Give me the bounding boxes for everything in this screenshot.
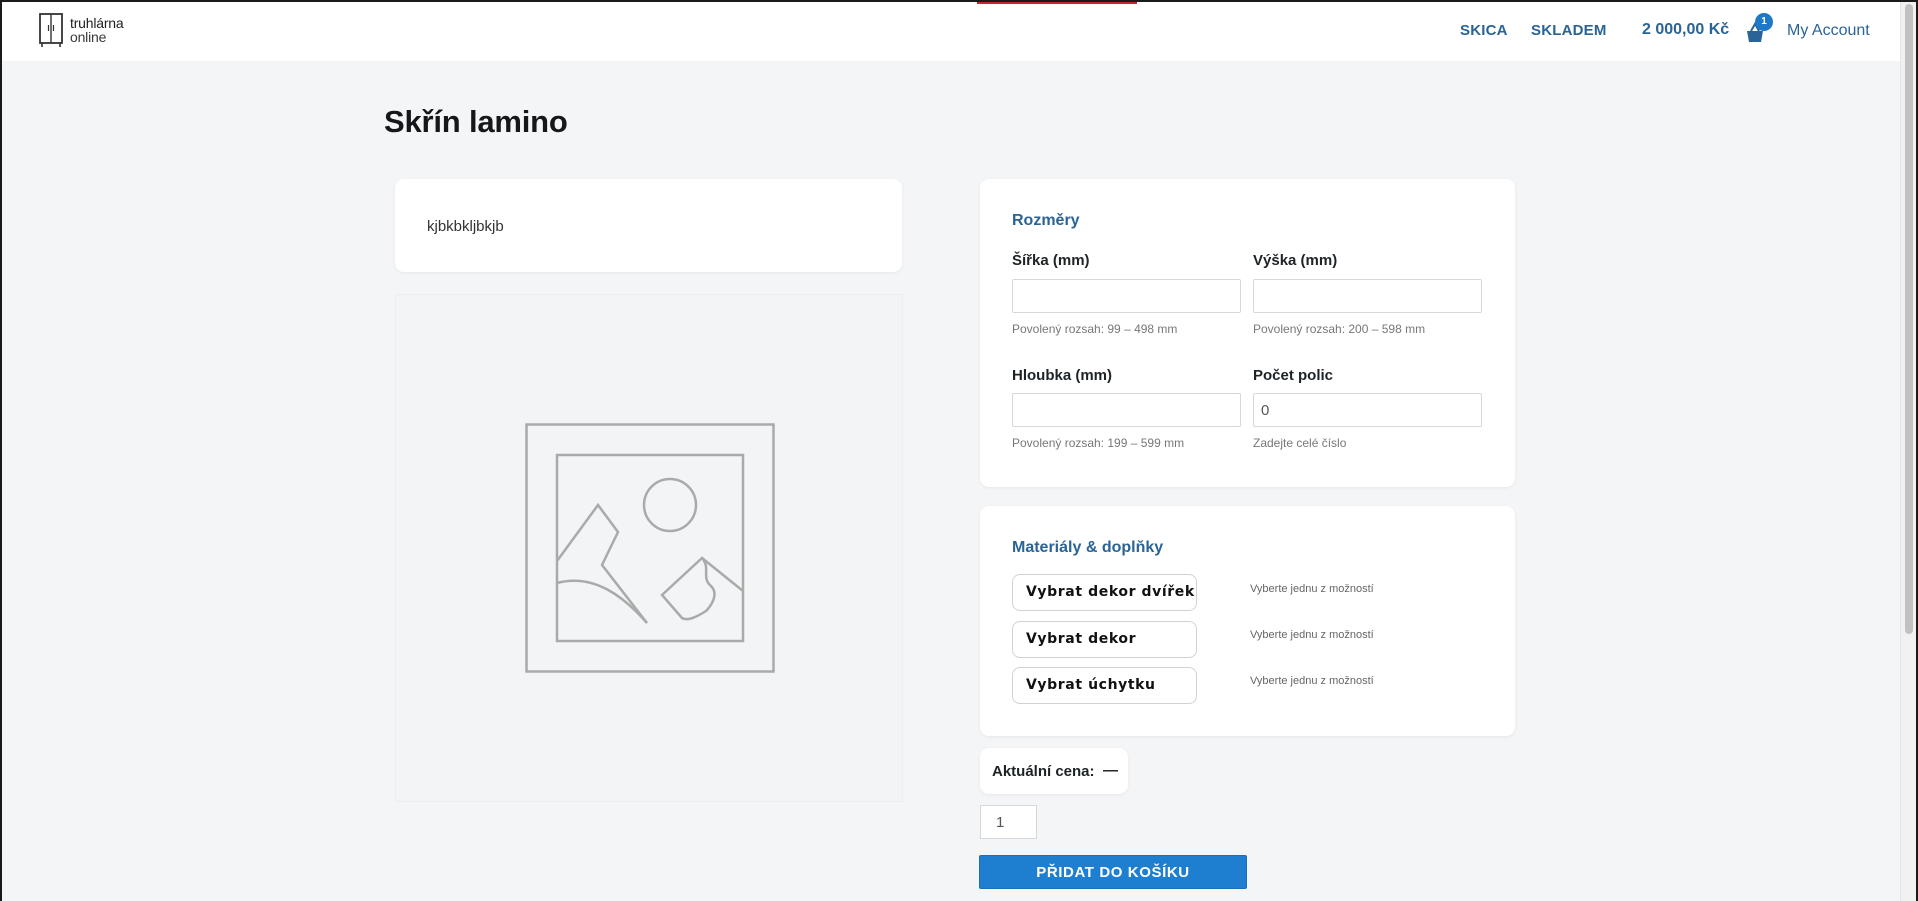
nav-skladem[interactable]: SKLADEM bbox=[1531, 22, 1607, 39]
header-accent-bar bbox=[977, 2, 1137, 4]
my-account-link[interactable]: My Account bbox=[1787, 22, 1870, 40]
current-price-label: Aktuální cena: bbox=[992, 763, 1095, 780]
body-decor-hint: Vyberte jednu z možností bbox=[1250, 629, 1374, 641]
select-body-decor-button[interactable]: Vybrat dekor korpusu bbox=[1012, 621, 1197, 682]
dimensions-card: Rozměry Šířka (mm) Povolený rozsah: 99 –… bbox=[980, 179, 1515, 487]
select-handle-button[interactable]: Vybrat úchytku bbox=[1012, 667, 1197, 704]
height-hint: Povolený rozsah: 200 – 598 mm bbox=[1253, 322, 1426, 336]
logo-line-1: truhlárna bbox=[70, 15, 124, 31]
cart-total[interactable]: 2 000,00 Kč bbox=[1642, 21, 1729, 39]
materials-title: Materiály & doplňky bbox=[1012, 539, 1164, 556]
quantity-input[interactable] bbox=[980, 805, 1037, 839]
logo-text: truhlárna online bbox=[70, 15, 124, 45]
select-door-decor-button[interactable]: Vybrat dekor dvířek bbox=[1012, 574, 1197, 611]
depth-input[interactable] bbox=[1012, 393, 1241, 427]
cart-count-badge: 1 bbox=[1755, 13, 1773, 31]
browser-viewport: truhlárna online SKICA SKLADEM 2 000,00 … bbox=[0, 0, 1918, 901]
shelves-hint: Zadejte celé číslo bbox=[1253, 436, 1347, 450]
shelves-input[interactable] bbox=[1253, 393, 1482, 427]
width-hint: Povolený rozsah: 99 – 498 mm bbox=[1012, 322, 1178, 336]
scrollbar-thumb[interactable] bbox=[1905, 4, 1913, 634]
materials-card: Materiály & doplňky Vybrat dekor dvířek … bbox=[980, 506, 1515, 736]
logo-line-2: online bbox=[70, 29, 107, 45]
height-input[interactable] bbox=[1253, 279, 1482, 313]
wardrobe-logo-icon bbox=[39, 13, 63, 47]
height-label: Výška (mm) bbox=[1253, 252, 1338, 269]
product-image bbox=[395, 294, 903, 802]
description-card: kjbkbkljbkjb bbox=[395, 179, 902, 272]
door-decor-hint: Vyberte jednu z možností bbox=[1250, 583, 1374, 595]
product-description: kjbkbkljbkjb bbox=[427, 218, 504, 235]
add-to-cart-button[interactable]: PŘIDAT DO KOŠÍKU bbox=[979, 855, 1247, 889]
current-price-value: — bbox=[1103, 762, 1118, 779]
depth-hint: Povolený rozsah: 199 – 599 mm bbox=[1012, 436, 1185, 450]
site-logo[interactable]: truhlárna online bbox=[38, 12, 124, 48]
nav-skica[interactable]: SKICA bbox=[1460, 22, 1508, 39]
page-title: Skřín lamino bbox=[384, 104, 568, 139]
page-scrollbar[interactable] bbox=[1900, 2, 1916, 901]
width-label: Šířka (mm) bbox=[1012, 252, 1090, 269]
shelves-label: Počet polic bbox=[1253, 367, 1334, 384]
site-header: truhlárna online SKICA SKLADEM 2 000,00 … bbox=[2, 2, 1902, 61]
dimensions-title: Rozměry bbox=[1012, 212, 1080, 229]
depth-label: Hloubka (mm) bbox=[1012, 367, 1113, 384]
image-placeholder-icon bbox=[525, 423, 775, 673]
width-input[interactable] bbox=[1012, 279, 1241, 313]
handle-hint: Vyberte jednu z možností bbox=[1250, 675, 1374, 687]
current-price-box: Aktuální cena: — bbox=[980, 748, 1128, 794]
